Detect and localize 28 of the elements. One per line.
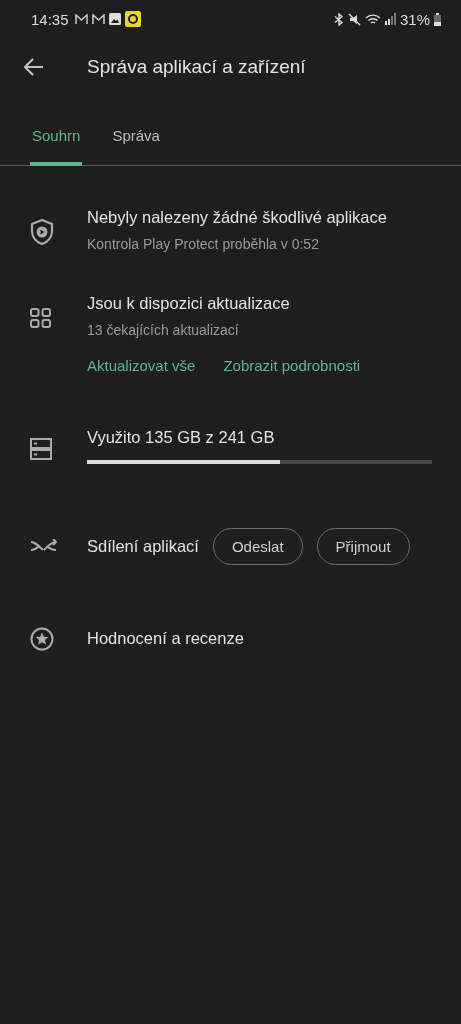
mail-icon <box>91 13 105 25</box>
battery-icon <box>434 12 441 26</box>
wifi-icon <box>364 12 381 26</box>
action-link[interactable]: Aktualizovat vše <box>87 356 196 374</box>
section-title: Nebyly nalezeny žádné škodlivé aplikace <box>87 207 388 227</box>
battery-percent: 31% <box>399 10 430 28</box>
section-title: Sdílení aplikací <box>87 536 199 556</box>
section-title: Využito 135 GB z 241 GB <box>87 427 276 447</box>
status-time: 14:35 <box>31 10 69 28</box>
section-title: Hodnocení a recenze <box>87 629 245 648</box>
storage-icon <box>30 437 52 460</box>
grid-icon <box>30 307 51 328</box>
image-icon <box>108 13 121 25</box>
bluetooth-icon <box>333 12 344 26</box>
page-title: Správa aplikací a zařízení <box>87 56 306 78</box>
section-title: Jsou k dispozici aktualizace <box>87 293 291 313</box>
swap-icon <box>30 539 58 553</box>
mail-icon <box>74 13 88 25</box>
back-arrow-icon[interactable] <box>24 58 44 76</box>
signal-icon <box>384 13 396 25</box>
action-link[interactable]: Zobrazit podrobnosti <box>223 356 361 374</box>
mute-icon <box>347 12 361 26</box>
section-subtitle: 13 čekajících aktualizací <box>87 321 240 338</box>
app-icon <box>124 11 141 27</box>
section-subtitle: Kontrola Play Protect proběhla v 0:52 <box>87 235 320 252</box>
tab[interactable]: Souhrn <box>30 113 83 166</box>
tab[interactable]: Správa <box>110 113 162 166</box>
shield-play-icon <box>30 217 54 246</box>
